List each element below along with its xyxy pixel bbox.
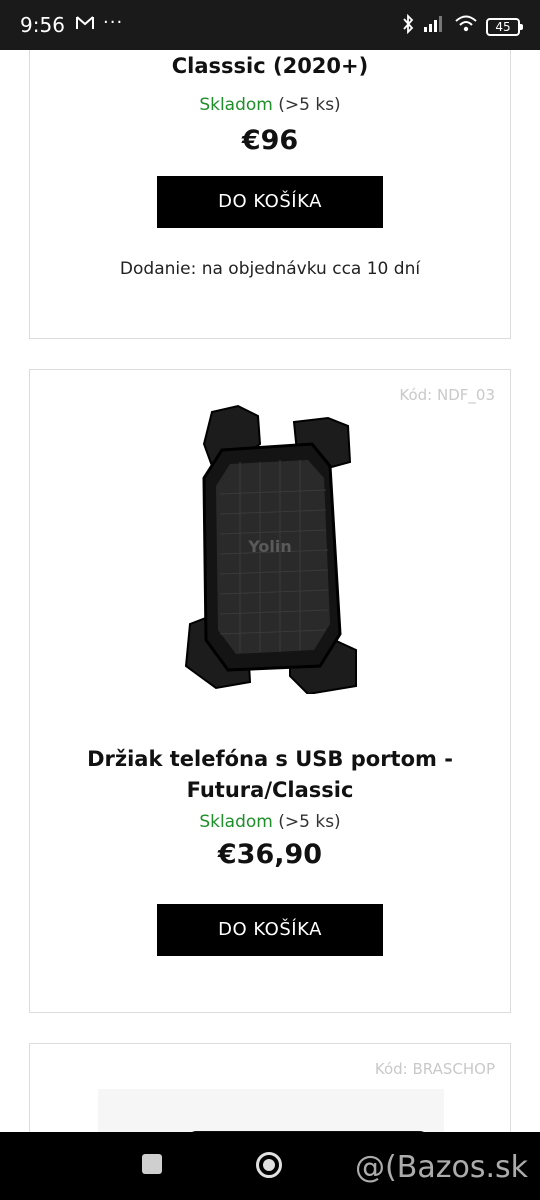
product-code: Kód: BRASCHOP bbox=[374, 1060, 495, 1078]
product-title[interactable]: Držiak telefóna s USB portom - Futura/Cl… bbox=[30, 744, 510, 806]
home-button[interactable] bbox=[256, 1152, 282, 1178]
recent-apps-button[interactable] bbox=[142, 1154, 162, 1174]
system-nav-bar: @(Bazos.sk bbox=[0, 1132, 540, 1200]
product-title-line: Futura/Classic bbox=[186, 778, 354, 802]
phone-holder-image[interactable]: Yolin bbox=[180, 404, 360, 696]
product-title[interactable]: Classsic (2020+) bbox=[30, 51, 510, 82]
product-card: Kód: NDF_03 Yolin Držiak telefóna s USB … bbox=[29, 369, 511, 1013]
wifi-icon bbox=[454, 15, 478, 38]
delivery-info: Dodanie: na objednávku cca 10 dní bbox=[119, 259, 421, 279]
status-icons: 45 bbox=[402, 13, 523, 39]
product-price: €96 bbox=[241, 125, 299, 156]
product-list: Classsic (2020+) Skladom (>5 ks) €96 DO … bbox=[0, 50, 540, 1132]
product-image[interactable] bbox=[98, 1089, 444, 1132]
status-bar: 9:56 ··· 45 bbox=[0, 0, 540, 50]
product-brand-label: Yolin bbox=[247, 537, 291, 556]
product-card: Kód: BRASCHOP bbox=[29, 1043, 511, 1132]
stock-info: Skladom (>5 ks) bbox=[30, 812, 510, 832]
battery-icon: 45 bbox=[486, 17, 523, 36]
more-notifications-icon: ··· bbox=[103, 12, 124, 33]
add-to-cart-button[interactable]: DO KOŠÍKA bbox=[157, 904, 383, 956]
bluetooth-icon bbox=[402, 13, 414, 39]
signal-icon bbox=[422, 15, 446, 38]
clock: 9:56 bbox=[20, 13, 65, 37]
product-card: Classsic (2020+) Skladom (>5 ks) €96 DO … bbox=[29, 50, 511, 339]
product-code: Kód: NDF_03 bbox=[399, 386, 495, 404]
stock-quantity: (>5 ks) bbox=[278, 95, 341, 115]
stock-status: Skladom bbox=[199, 95, 273, 115]
watermark: @(Bazos.sk bbox=[355, 1150, 528, 1185]
stock-quantity: (>5 ks) bbox=[278, 812, 341, 832]
product-price: €36,90 bbox=[217, 839, 323, 870]
stock-info: Skladom (>5 ks) bbox=[30, 95, 510, 115]
add-to-cart-button[interactable]: DO KOŠÍKA bbox=[157, 176, 383, 228]
product-title-line: Držiak telefóna s USB portom - bbox=[87, 747, 453, 771]
gmail-icon bbox=[76, 15, 94, 36]
stock-status: Skladom bbox=[199, 812, 273, 832]
